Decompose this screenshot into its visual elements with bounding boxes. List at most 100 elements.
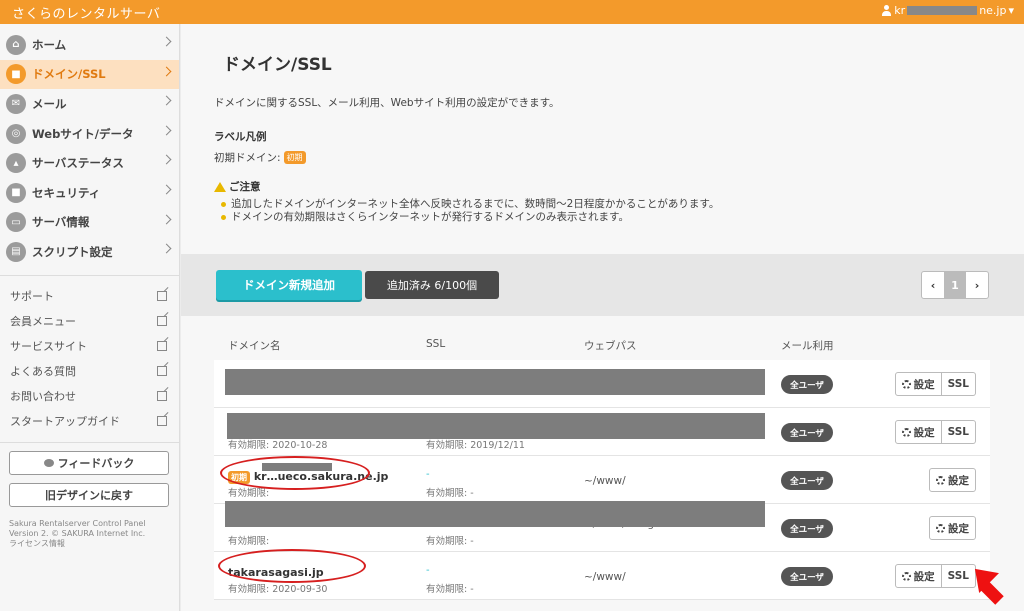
old-design-button[interactable]: 旧デザインに戻す <box>9 482 169 507</box>
sidebar-item-label: セキュリティ <box>32 185 101 200</box>
current-page[interactable]: 1 <box>944 272 966 298</box>
row-actions: 設定 SSL <box>894 564 976 588</box>
home-icon: ⌂ <box>6 34 26 55</box>
external-link-icon <box>157 340 167 351</box>
footer-line: Sakura Rentalserver Control Panel <box>9 519 146 528</box>
settings-label: 設定 <box>913 426 935 439</box>
sidebar-item-label: ホーム <box>32 37 67 52</box>
column-header-mail: メール利用 <box>781 340 834 352</box>
settings-button[interactable]: 設定 <box>894 420 942 444</box>
settings-button[interactable]: 設定 <box>929 516 976 540</box>
ssl-status: - <box>426 565 430 576</box>
sidebar-item-home[interactable]: ⌂ ホーム <box>0 30 179 60</box>
sidebar-item-server-status[interactable]: ▴ サーバステータス <box>0 148 179 178</box>
sidebar-item-label: サーバステータス <box>32 156 124 171</box>
link-member-menu[interactable]: 会員メニュー <box>0 309 179 334</box>
old-design-label: 旧デザインに戻す <box>45 488 133 502</box>
lock-icon: ■ <box>6 64 26 85</box>
column-header-ssl: SSL <box>426 338 446 350</box>
notice-list: 追加したドメインがインターネット全体へ反映されるまでに、数時間〜2日程度かかるこ… <box>221 198 719 224</box>
link-contact[interactable]: お問い合わせ <box>0 384 179 409</box>
ssl-button[interactable]: SSL <box>941 372 976 396</box>
legend-text: 初期ドメイン: 初期 <box>214 150 306 165</box>
page-title: ドメイン/SSL <box>223 55 332 75</box>
chevron-right-icon <box>161 184 172 195</box>
link-service-site[interactable]: サービスサイト <box>0 334 179 359</box>
license-link[interactable]: ライセンス情報 <box>9 539 146 549</box>
external-link-icon <box>157 290 167 301</box>
external-link-icon <box>157 415 167 426</box>
sidebar-item-website-data[interactable]: ◎ Webサイト/データ <box>0 119 179 149</box>
mail-usage-badge: 全ユーザ <box>781 519 833 538</box>
brand-logo[interactable]: さくらのレンタルサーバ <box>12 3 160 22</box>
sidebar-item-label: Webサイト/データ <box>32 126 134 141</box>
domain-expiry: 有効期限: <box>228 536 270 547</box>
ssl-expiry: 有効期限: - <box>426 488 474 499</box>
pagination: ‹ 1 › <box>921 271 989 299</box>
notice-item: ドメインの有効期限はさくらインターネットが発行するドメインのみ表示されます。 <box>221 211 719 224</box>
redacted-block <box>225 501 765 527</box>
chat-bubble-icon <box>43 458 54 467</box>
ssl-expiry: 有効期限: 2019/12/11 <box>426 440 525 451</box>
mail-usage-badge: 全ユーザ <box>781 423 833 442</box>
sidebar-item-security[interactable]: ■ セキュリティ <box>0 178 179 208</box>
row-actions: 設定 SSL <box>894 372 976 396</box>
redacted-block <box>227 413 765 439</box>
settings-button[interactable]: 設定 <box>894 372 942 396</box>
legend-heading: ラベル凡例 <box>214 131 267 143</box>
settings-button[interactable]: 設定 <box>894 564 942 588</box>
mail-icon: ✉ <box>6 93 26 114</box>
mail-usage-badge: 全ユーザ <box>781 471 833 490</box>
redacted-block <box>907 6 978 15</box>
sidebar: ⌂ ホーム ■ ドメイン/SSL ✉ メール ◎ Webサイト/データ ▴ サー… <box>0 24 180 611</box>
link-startup-guide[interactable]: スタートアップガイド <box>0 409 179 434</box>
sidebar-item-server-info[interactable]: ▭ サーバ情報 <box>0 208 179 238</box>
link-faq[interactable]: よくある質問 <box>0 359 179 384</box>
row-actions: 設定 SSL <box>894 420 976 444</box>
sidebar-item-domain-ssl[interactable]: ■ ドメイン/SSL <box>0 59 179 90</box>
gear-icon <box>936 475 945 485</box>
settings-label: 設定 <box>948 474 969 487</box>
mail-usage-badge: 全ユーザ <box>781 567 833 586</box>
link-label: 会員メニュー <box>10 315 76 329</box>
user-domain: ne.jp <box>979 4 1007 17</box>
footer-line: Version 2. © SAKURA Internet Inc. <box>9 529 146 538</box>
column-header-webpath: ウェブパス <box>584 340 637 352</box>
user-menu[interactable]: kr ne.jp ▾ <box>881 4 1014 17</box>
notice-heading: ご注意 <box>214 179 261 194</box>
sidebar-footer: Sakura Rentalserver Control Panel Versio… <box>9 519 146 549</box>
settings-label: 設定 <box>913 378 935 391</box>
link-support[interactable]: サポート <box>0 284 179 309</box>
top-bar: さくらのレンタルサーバ kr ne.jp ▾ <box>0 0 1024 24</box>
external-link-icon <box>157 315 167 326</box>
settings-label: 設定 <box>913 570 935 583</box>
globe-icon: ◎ <box>6 123 26 144</box>
sidebar-item-script[interactable]: ▤ スクリプト設定 <box>0 237 179 267</box>
divider <box>0 441 179 443</box>
ssl-button[interactable]: SSL <box>941 420 976 444</box>
add-domain-button[interactable]: ドメイン新規追加 <box>216 270 362 300</box>
ssl-expiry: 有効期限: - <box>426 584 474 595</box>
mail-usage-badge: 全ユーザ <box>781 375 833 394</box>
prev-page-button[interactable]: ‹ <box>922 272 944 298</box>
ssl-expiry: 有効期限: - <box>426 536 474 547</box>
chart-icon: ▴ <box>6 153 26 174</box>
link-label: サポート <box>10 290 54 304</box>
gear-icon <box>936 523 945 533</box>
sidebar-item-mail[interactable]: ✉ メール <box>0 89 179 119</box>
chevron-right-icon <box>161 95 172 106</box>
initial-badge: 初期 <box>283 151 306 164</box>
chevron-right-icon <box>161 36 172 47</box>
annotation-circle <box>218 549 366 583</box>
settings-label: 設定 <box>948 522 969 535</box>
warning-icon <box>214 181 226 192</box>
ssl-status: - <box>426 469 430 480</box>
row-actions: 設定 <box>929 516 976 540</box>
sidebar-item-label: ドメイン/SSL <box>32 67 106 82</box>
feedback-button[interactable]: フィードバック <box>9 450 169 475</box>
settings-button[interactable]: 設定 <box>929 468 976 492</box>
external-link-icon <box>157 390 167 401</box>
gear-icon <box>901 571 911 581</box>
next-page-button[interactable]: › <box>966 272 988 298</box>
user-icon <box>881 5 892 16</box>
